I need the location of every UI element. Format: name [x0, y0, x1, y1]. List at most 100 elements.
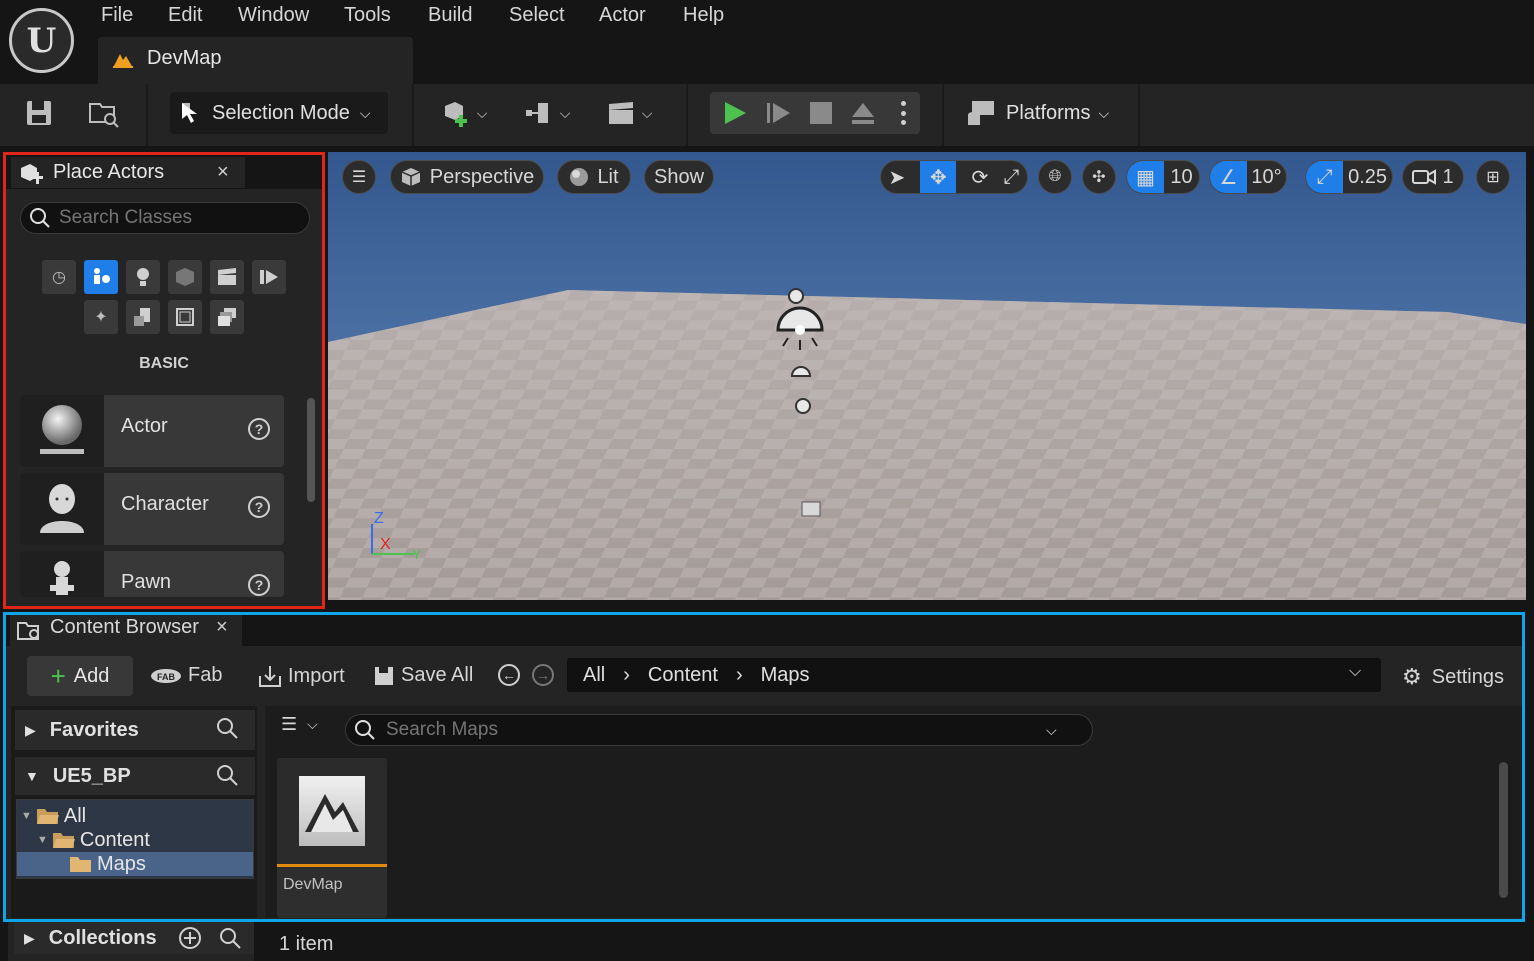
search-classes-input[interactable] — [59, 207, 299, 229]
menu-select[interactable]: Select — [509, 4, 565, 27]
breadcrumb-all[interactable]: All — [583, 664, 605, 687]
blueprints-button[interactable]: ⌵ — [518, 92, 576, 134]
viewport-layout-icon[interactable]: ⊞ — [1476, 160, 1510, 194]
sphere-icon — [20, 395, 104, 467]
all-classes-icon[interactable] — [210, 300, 244, 334]
eject-icon[interactable] — [850, 101, 876, 125]
tree-item-maps[interactable]: Maps — [17, 852, 253, 876]
level-icon — [113, 54, 133, 68]
save-all-icon — [375, 666, 393, 685]
menu-actor[interactable]: Actor — [599, 4, 646, 27]
lights-icon[interactable] — [126, 260, 160, 294]
chevron-right-icon[interactable]: › — [736, 664, 743, 687]
grid-snap-toggle[interactable]: ▦ 10 — [1126, 160, 1200, 194]
selection-mode-dropdown[interactable]: Selection Mode ⌵ — [170, 92, 388, 134]
advance-frame-icon[interactable] — [766, 101, 792, 125]
menu-edit[interactable]: Edit — [168, 4, 202, 27]
favorites-header[interactable]: ▶ Favorites — [15, 710, 255, 750]
basic-category-icon[interactable] — [84, 260, 118, 294]
chevron-down-icon[interactable]: ⌵ — [1046, 722, 1057, 739]
volumes-icon[interactable] — [168, 300, 202, 334]
viewport-menu-icon[interactable]: ☰ — [342, 160, 376, 194]
tree-item-all[interactable]: ▼ All — [21, 804, 86, 828]
add-actor-button[interactable]: ⌵ — [434, 92, 494, 134]
search-maps-input[interactable] — [386, 719, 1036, 741]
actor-list-item[interactable]: Pawn ? — [20, 551, 284, 597]
asset-tile[interactable]: DevMap — [277, 758, 387, 918]
browse-content-icon[interactable] — [86, 92, 122, 134]
search-maps-box[interactable]: ⌵ — [345, 714, 1093, 746]
selection-mode-label: Selection Mode — [212, 101, 350, 124]
settings-button[interactable]: ⚙ Settings — [1402, 664, 1504, 690]
perspective-button[interactable]: Perspective — [390, 160, 544, 194]
cinematics-button[interactable]: ⌵ — [600, 92, 658, 134]
play-icon[interactable] — [722, 100, 748, 126]
place-actors-title: Place Actors — [53, 161, 165, 183]
move-icon[interactable]: ✥ — [920, 161, 957, 193]
help-icon[interactable]: ? — [248, 418, 270, 440]
level-viewport[interactable]: Z X Y ☰ Perspective Lit Show ➤ ✥ ⟳ ⤢ 🌐︎ … — [328, 152, 1526, 600]
search-classes-box[interactable] — [20, 202, 310, 234]
close-icon[interactable]: × — [217, 161, 229, 184]
actor-list-item[interactable]: Character ? — [20, 473, 284, 545]
recent-icon[interactable]: ◷ — [42, 260, 76, 294]
geometry-icon[interactable] — [126, 300, 160, 334]
search-icon[interactable] — [215, 716, 239, 746]
menu-window[interactable]: Window — [238, 4, 309, 27]
project-header[interactable]: ▼ UE5_BP — [15, 757, 255, 795]
breadcrumb-maps[interactable]: Maps — [761, 664, 810, 687]
search-icon[interactable] — [218, 926, 242, 956]
save-icon[interactable] — [22, 92, 56, 134]
close-icon[interactable]: × — [216, 616, 228, 639]
add-collection-icon[interactable] — [178, 926, 202, 956]
unreal-logo[interactable]: U — [9, 8, 74, 73]
lit-button[interactable]: Lit — [557, 160, 631, 194]
breadcrumb-content[interactable]: Content — [648, 664, 718, 687]
chevron-right-icon[interactable]: › — [623, 664, 630, 687]
show-button[interactable]: Show — [644, 160, 714, 194]
more-options-icon[interactable] — [898, 98, 908, 128]
filter-button[interactable]: ☰ ⌵ — [281, 714, 318, 735]
menu-help[interactable]: Help — [683, 4, 724, 27]
menu-tools[interactable]: Tools — [344, 4, 391, 27]
actor-list-item[interactable]: Actor ? — [20, 395, 284, 467]
scrollbar[interactable] — [1499, 762, 1508, 898]
platforms-dropdown[interactable]: Platforms ⌵ — [962, 92, 1137, 134]
content-browser-panel: Content Browser × + Add FAB Fab Import S… — [3, 612, 1525, 922]
rotate-icon[interactable]: ⟳ — [972, 165, 989, 190]
tree-item-content[interactable]: ▼ Content — [37, 828, 150, 852]
surface-snap-icon[interactable]: ✣ — [1082, 160, 1116, 194]
stop-icon[interactable] — [810, 102, 832, 124]
menu-build[interactable]: Build — [428, 4, 472, 27]
place-actors-tab[interactable]: Place Actors × — [11, 157, 245, 188]
category-header: BASIC — [139, 355, 189, 372]
chevron-down-icon[interactable]: ⌵ — [1349, 663, 1361, 681]
scale-snap-toggle[interactable]: ⤢ 0.25 — [1305, 160, 1393, 194]
search-icon[interactable] — [215, 763, 239, 793]
particles-icon[interactable]: ✦ — [84, 300, 118, 334]
scrollbar[interactable] — [307, 398, 315, 502]
save-all-button[interactable]: Save All — [373, 664, 473, 687]
shapes-icon[interactable] — [168, 260, 202, 294]
forward-icon[interactable]: → — [532, 664, 554, 686]
visual-effects-icon[interactable] — [252, 260, 286, 294]
collections-header[interactable]: ▶ Collections — [14, 922, 254, 954]
help-icon[interactable]: ? — [248, 496, 270, 518]
content-browser-tab[interactable]: Content Browser × — [10, 615, 242, 646]
menu-file[interactable]: File — [101, 4, 133, 27]
select-arrow-icon[interactable]: ➤ — [889, 165, 906, 190]
add-button[interactable]: + Add — [27, 656, 133, 696]
search-icon — [355, 720, 375, 740]
world-space-icon[interactable]: 🌐︎ — [1038, 160, 1072, 194]
document-tab[interactable]: DevMap — [98, 37, 413, 84]
fab-button[interactable]: FAB Fab — [150, 664, 222, 687]
import-button[interactable]: Import — [258, 664, 345, 688]
cinematic-icon[interactable] — [210, 260, 244, 294]
back-icon[interactable]: ← — [498, 664, 520, 686]
transform-tools: ➤ ✥ ⟳ ⤢ — [880, 160, 1028, 194]
rotation-snap-toggle[interactable]: ∠ 10° — [1209, 160, 1287, 194]
scale-icon[interactable]: ⤢ — [1003, 166, 1019, 189]
help-icon[interactable]: ? — [248, 574, 270, 596]
camera-speed-button[interactable]: 1 — [1402, 160, 1464, 194]
folder-tree: ▼ All ▼ Content Maps — [16, 799, 254, 879]
